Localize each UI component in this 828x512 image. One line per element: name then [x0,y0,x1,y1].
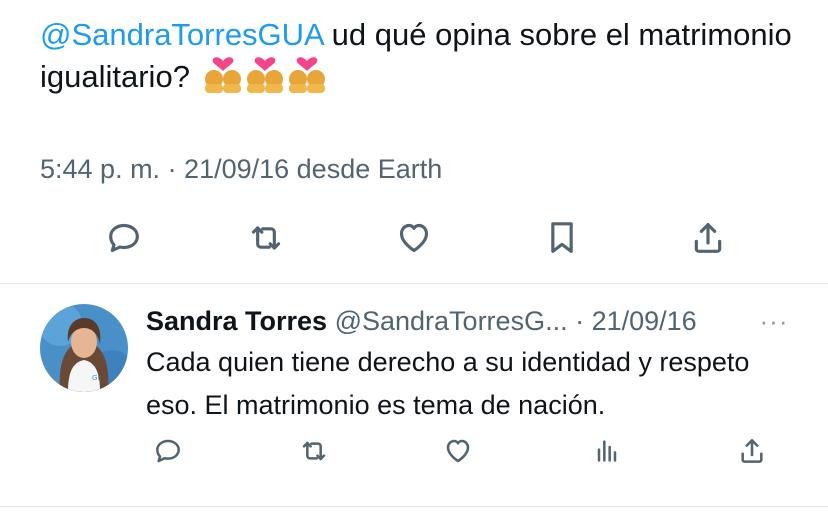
avatar[interactable]: Gr [40,304,128,392]
author-handle-date[interactable]: @SandraTorresG... · 21/09/16 [327,306,697,336]
reply-icon [109,223,139,253]
svg-text:Gr: Gr [92,374,100,382]
reply-button[interactable] [146,429,190,473]
retweet-icon [251,226,281,250]
author-name[interactable]: Sandra Torres [146,306,327,336]
share-button[interactable] [730,429,774,473]
reply-action-bar [0,429,828,473]
couple-with-heart-emoji [246,57,283,93]
like-icon [399,223,429,253]
share-icon [741,439,763,463]
views-icon [597,440,617,462]
retweet-button[interactable] [240,212,292,264]
reply-icon [156,439,180,463]
mention-link[interactable]: @SandraTorresGUA [40,17,323,52]
reply-header: Sandra Torres @SandraTorresG... · 21/09/… [146,304,697,338]
retweet-button[interactable] [292,429,336,473]
reply-text: Cada quien tiene derecho a su identidad … [146,347,750,420]
main-tweet: @SandraTorresGUA ud qué opina sobre el m… [0,0,828,283]
couple-with-heart-emoji [288,57,325,93]
emoji-group [203,57,327,93]
more-options-button[interactable]: ··· [754,304,794,338]
like-button[interactable] [436,429,480,473]
bookmark-icon [551,222,573,253]
couple-with-heart-emoji [204,57,241,93]
tweet-text: @SandraTorresGUA ud qué opina sobre el m… [40,14,800,98]
avatar-image: Gr [40,304,128,392]
like-button[interactable] [388,212,440,264]
divider [0,506,828,507]
reply-tweet[interactable]: Gr Sandra Torres @SandraTorresG... · 21/… [0,284,828,504]
tweet-action-bar [0,212,828,264]
share-button[interactable] [682,212,734,264]
share-icon [694,223,722,253]
tweet-meta: 5:44 p. m. · 21/09/16 desde Earth [40,154,443,184]
like-icon [446,439,470,463]
retweet-icon [302,441,326,461]
views-button[interactable] [585,429,629,473]
reply-button[interactable] [98,212,150,264]
bookmark-button[interactable] [536,212,588,264]
